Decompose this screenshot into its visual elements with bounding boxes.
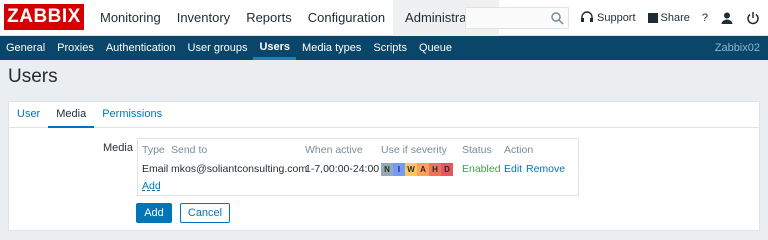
subnav-scripts[interactable]: Scripts	[367, 36, 413, 60]
media-status-enabled[interactable]: Enabled	[462, 163, 501, 175]
severity-not-classified: N	[381, 163, 393, 176]
share-label: Share	[660, 12, 690, 24]
main-menu: Monitoring Inventory Reports Configurati…	[92, 0, 500, 36]
media-field-label: Media	[103, 142, 133, 154]
severity-indicator: N I W A H D	[381, 163, 453, 176]
search-icon[interactable]	[550, 11, 564, 25]
subnav-media-types[interactable]: Media types	[296, 36, 367, 60]
subnav-users[interactable]: Users	[253, 36, 297, 60]
severity-high: H	[429, 163, 441, 176]
severity-average: A	[417, 163, 429, 176]
media-edit-link[interactable]: Edit	[504, 163, 522, 175]
subnav-authentication[interactable]: Authentication	[100, 36, 182, 60]
media-remove-link[interactable]: Remove	[526, 163, 565, 175]
page-title: Users	[8, 66, 58, 87]
subnav-general[interactable]: General	[0, 36, 51, 60]
share-icon	[647, 13, 658, 23]
search-input[interactable]	[465, 7, 569, 29]
severity-warning: W	[405, 163, 417, 176]
tab-permissions[interactable]: Permissions	[94, 102, 170, 128]
subnav-proxies[interactable]: Proxies	[51, 36, 100, 60]
menu-reports[interactable]: Reports	[238, 0, 300, 36]
signout-button[interactable]	[746, 11, 760, 25]
cancel-button[interactable]: Cancel	[180, 203, 230, 223]
menu-inventory[interactable]: Inventory	[169, 0, 238, 36]
media-type-cell: Email	[142, 163, 169, 175]
header-tools: Support Share ?	[580, 0, 768, 36]
user-icon	[721, 12, 733, 24]
add-button[interactable]: Add	[136, 203, 172, 223]
media-add-link[interactable]: Add	[142, 180, 161, 192]
headset-icon	[581, 11, 593, 22]
share-link[interactable]: Share	[647, 12, 690, 24]
help-button[interactable]: ?	[702, 12, 708, 24]
support-label: Support	[597, 12, 636, 24]
media-table: Type Send to When active Use if severity…	[137, 138, 579, 196]
power-icon	[747, 12, 759, 25]
header-when-active: When active	[305, 144, 363, 156]
menu-monitoring[interactable]: Monitoring	[92, 0, 169, 36]
profile-button[interactable]	[720, 11, 734, 25]
severity-disaster: D	[441, 163, 453, 176]
header-send-to: Send to	[171, 144, 208, 156]
subnav-user-groups[interactable]: User groups	[182, 36, 254, 60]
tab-media[interactable]: Media	[48, 102, 95, 128]
header-severity: Use if severity	[381, 144, 447, 156]
sub-navigation: General Proxies Authentication User grou…	[0, 36, 768, 60]
tab-user[interactable]: User	[9, 102, 48, 128]
header-action: Action	[504, 144, 534, 156]
header-type: Type	[142, 144, 165, 156]
top-header: ZABBIX Monitoring Inventory Reports Conf…	[0, 0, 768, 36]
user-form-panel: User Media Permissions Media Type Send t…	[8, 101, 760, 231]
severity-information: I	[393, 163, 405, 176]
menu-configuration[interactable]: Configuration	[300, 0, 393, 36]
zabbix-logo[interactable]: ZABBIX	[4, 4, 84, 30]
server-name: Zabbix02	[714, 42, 760, 54]
header-status: Status	[462, 144, 492, 156]
subnav-queue[interactable]: Queue	[413, 36, 458, 60]
support-link[interactable]: Support	[580, 11, 636, 25]
media-when-active-cell: 1-7,00:00-24:00	[305, 163, 380, 175]
media-sendto-cell: mkos@soliantconsulting.com	[171, 163, 308, 175]
form-tabs: User Media Permissions	[9, 102, 759, 128]
help-label: ?	[701, 12, 709, 24]
